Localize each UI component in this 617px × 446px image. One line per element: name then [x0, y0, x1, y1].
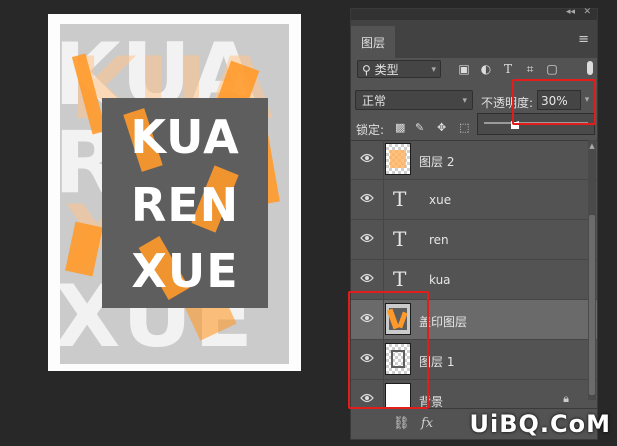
artwork: KUA KUA RNE XUE XUE KUA REN XUE — [60, 24, 289, 364]
type-layer-icon: T — [393, 267, 407, 291]
scrollbar-thumb[interactable] — [589, 215, 595, 395]
layer-scrollbar[interactable]: ▲ — [588, 140, 596, 400]
blend-mode-value: 正常 — [362, 94, 387, 108]
center-text-box: KUA REN XUE — [102, 98, 268, 308]
panel-menu-icon[interactable]: ≡ — [578, 32, 589, 47]
eye-icon — [360, 193, 374, 203]
close-icon[interactable]: ✕ — [583, 7, 591, 17]
main-word-xue: XUE — [131, 244, 239, 298]
eye-icon — [360, 273, 374, 283]
layer-item[interactable]: T ren — [351, 220, 597, 260]
layer-name: kua — [429, 273, 451, 287]
scroll-up-icon[interactable]: ▲ — [588, 142, 596, 150]
lock-paint-icon[interactable]: ✎ — [415, 121, 424, 134]
panel-titlebar: ◂◂ ✕ — [351, 7, 597, 20]
type-layer-icon: T — [393, 187, 407, 211]
lock-artboard-icon[interactable]: ⬚ — [459, 121, 469, 134]
fx-button[interactable]: fx — [421, 416, 433, 431]
highlight-opacity — [512, 79, 596, 125]
lock-position-icon[interactable]: ✥ — [437, 121, 446, 134]
canvas-document[interactable]: KUA KUA RNE XUE XUE KUA REN XUE — [48, 14, 301, 371]
filter-toggle[interactable] — [587, 61, 593, 75]
visibility-toggle[interactable] — [351, 220, 384, 259]
link-icon[interactable]: ⛓ — [393, 416, 410, 431]
watermark: UiBQ.CoM — [469, 410, 611, 438]
visibility-toggle[interactable] — [351, 140, 384, 179]
type-layer-icon: T — [393, 227, 407, 251]
collapse-icon[interactable]: ◂◂ — [566, 7, 575, 17]
layer-thumbnail — [385, 143, 411, 175]
layer-name: xue — [429, 193, 452, 207]
layer-item[interactable]: 图层 2 — [351, 140, 597, 180]
pixel-filter-icon[interactable]: ▣ — [457, 62, 471, 76]
layer-name: 图层 2 — [419, 155, 455, 169]
eye-icon — [360, 153, 374, 163]
shape-filter-icon[interactable]: ⌗ — [523, 62, 537, 76]
eye-icon — [360, 233, 374, 243]
adjustment-filter-icon[interactable]: ◐ — [479, 62, 493, 76]
main-word-ren: REN — [130, 178, 240, 232]
chevron-down-icon: ▾ — [431, 65, 436, 75]
chevron-down-icon: ▾ — [462, 96, 467, 106]
type-filter-icon[interactable]: T — [501, 62, 515, 76]
lock-label: 锁定: — [356, 123, 385, 137]
visibility-toggle[interactable] — [351, 180, 384, 219]
lock-transparent-icon[interactable]: ▩ — [395, 121, 405, 134]
smart-object-filter-icon[interactable]: ▢ — [545, 62, 559, 76]
panel-tabs: 图层 ≡ — [351, 20, 597, 58]
main-word-kua: KUA — [130, 110, 240, 164]
lock-icon: 🔒︎ — [563, 392, 569, 405]
layer-item[interactable]: T xue — [351, 180, 597, 220]
tab-layers[interactable]: 图层 — [351, 26, 395, 58]
filter-kind-select[interactable]: ⚲ 类型 ▾ — [357, 60, 441, 78]
filter-kind-label: 类型 — [374, 63, 399, 77]
highlight-layers — [348, 291, 429, 409]
search-icon: ⚲ — [362, 63, 375, 77]
blend-mode-select[interactable]: 正常 ▾ — [355, 90, 473, 110]
layer-name: ren — [429, 233, 449, 247]
